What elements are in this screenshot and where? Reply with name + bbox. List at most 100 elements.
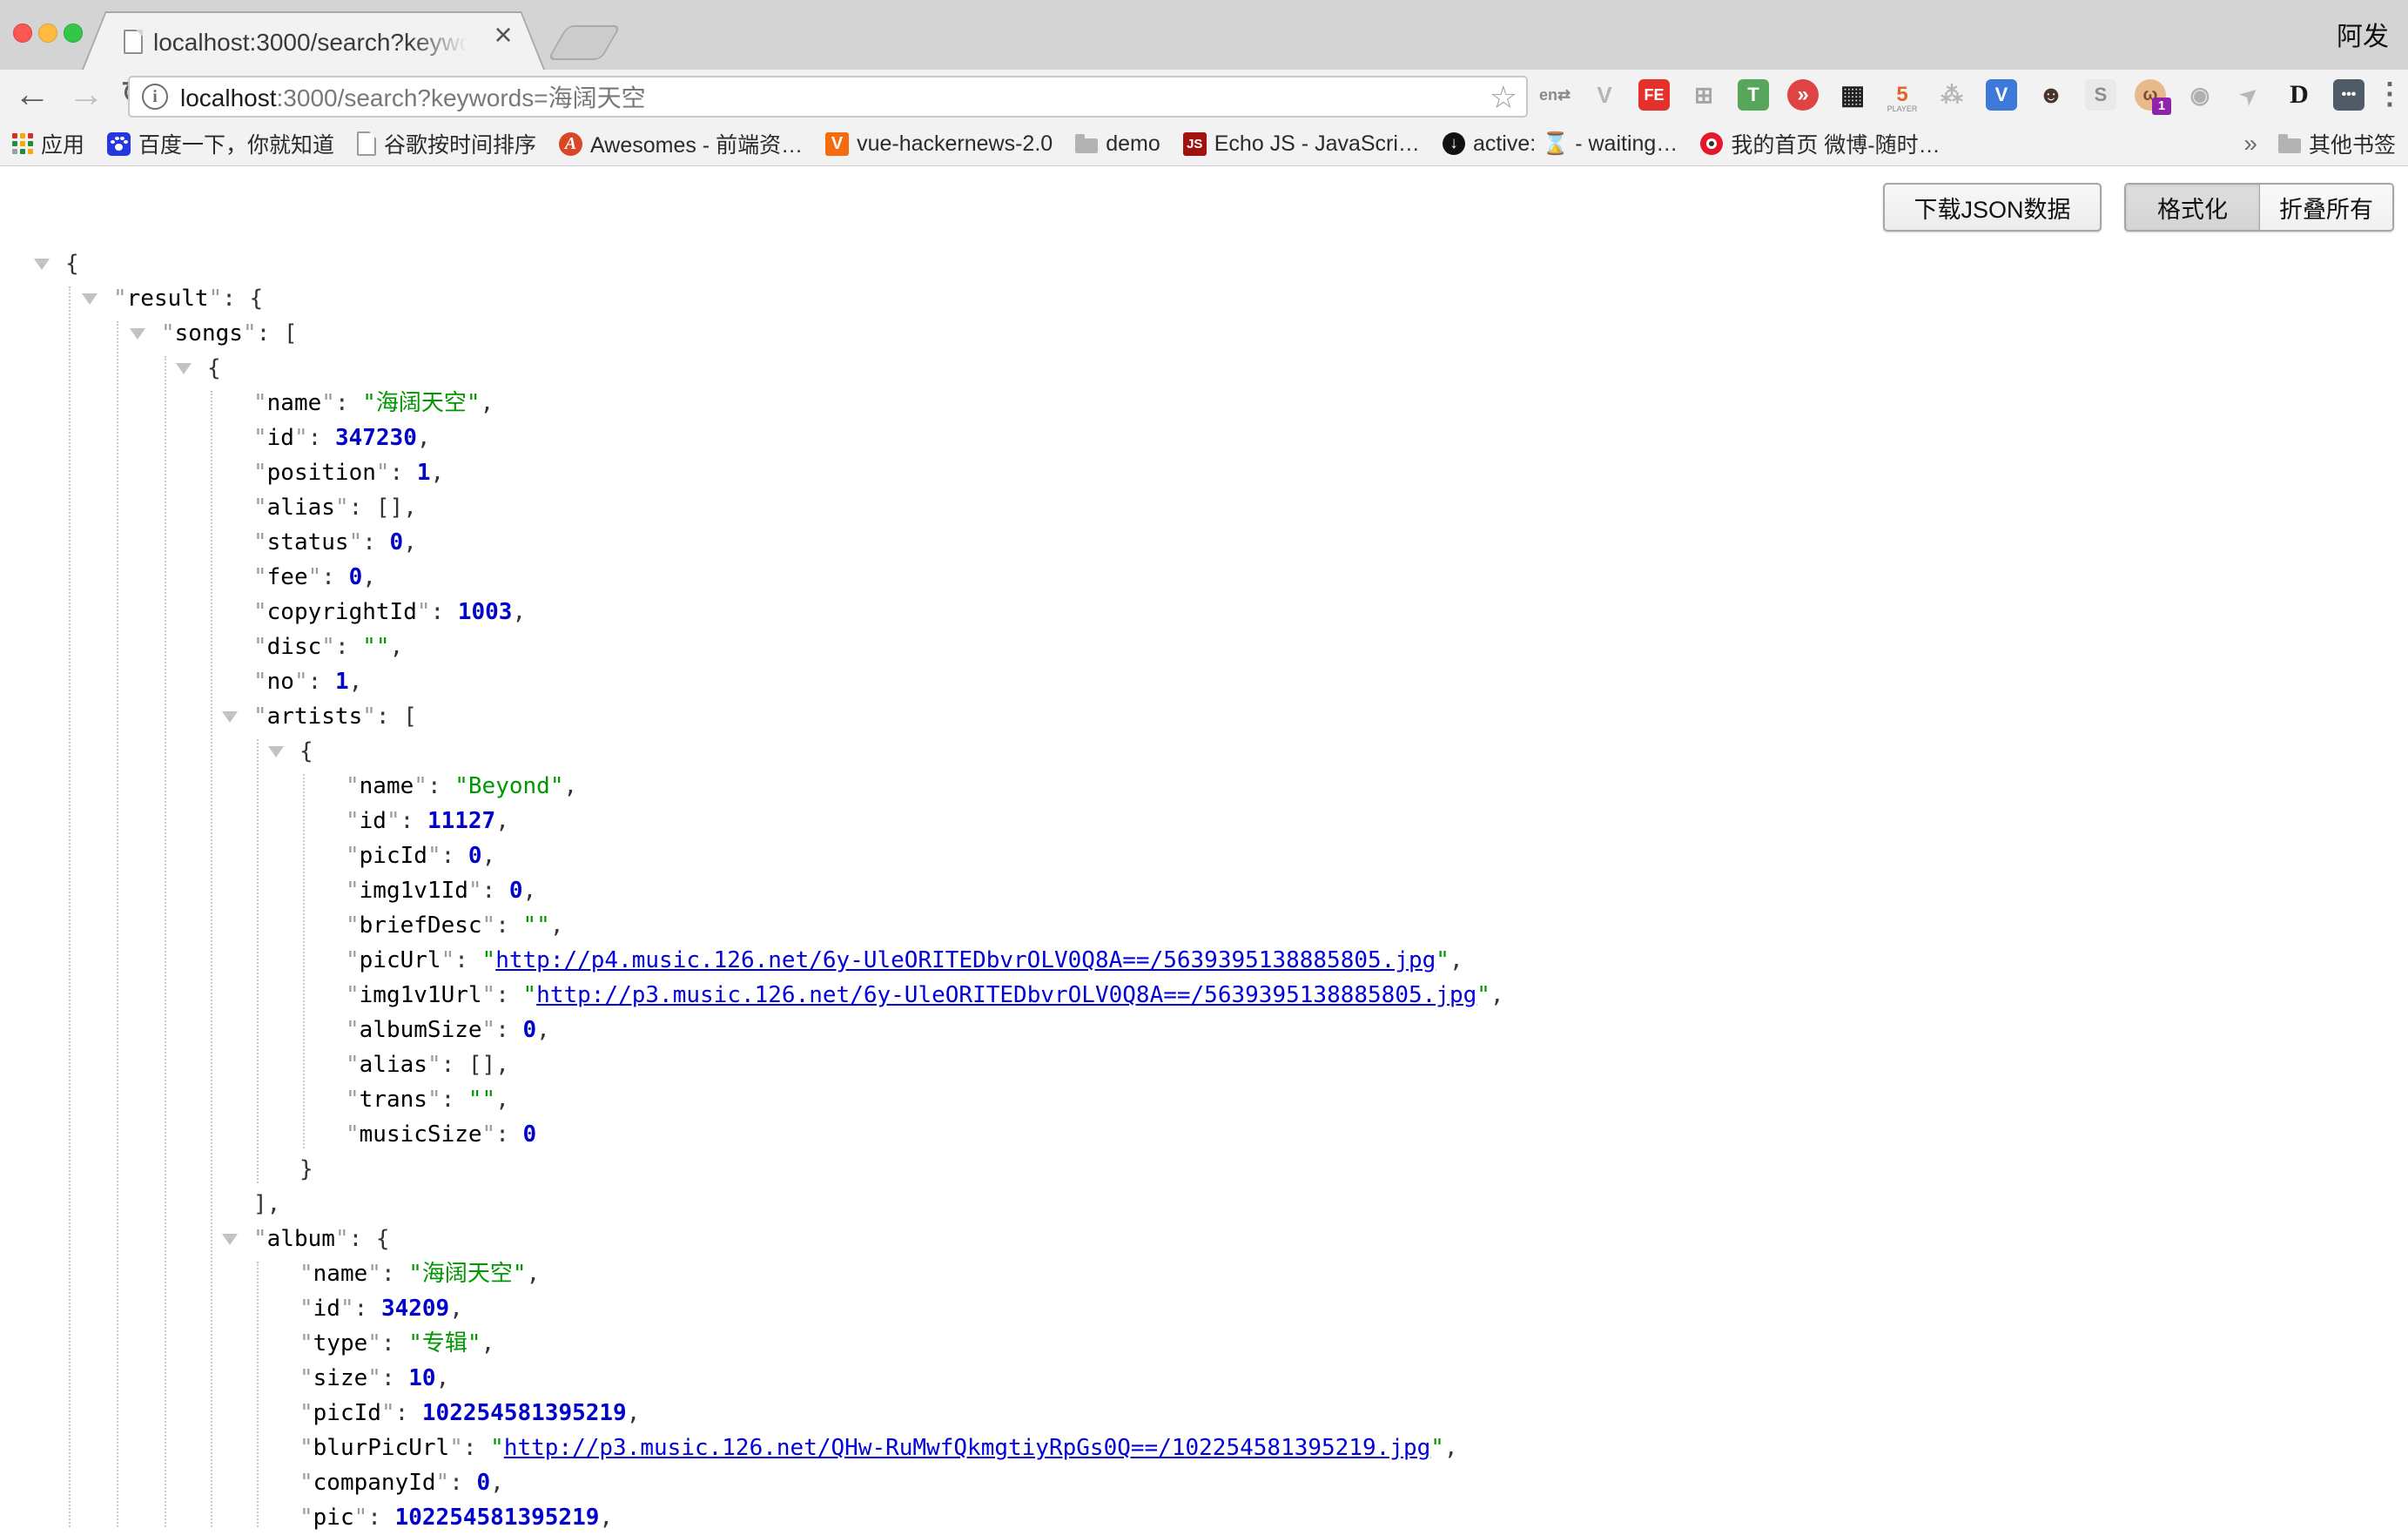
json-punctuation: : [381,1261,408,1287]
json-url-link[interactable]: http://p3.music.126.net/6y-UleORITEDbvrO… [536,982,1476,1008]
json-number-value: 0 [523,1121,537,1148]
view-mode-button-group: 格式化 折叠所有 [2124,183,2394,232]
s-icon[interactable]: S [2085,79,2116,111]
apps-icon [12,133,33,154]
collapse-toggle-icon[interactable] [222,1234,238,1245]
json-key: briefDesc [360,912,482,939]
hummingbird-icon[interactable]: ➤ [2234,79,2265,111]
bookmark-label: 应用 [41,128,84,159]
json-punctuation: : [441,1087,468,1113]
minimize-window-button[interactable] [38,24,57,43]
translate-icon-glyph: en⇄ [1539,86,1571,104]
bookmark-item[interactable]: 我的首页 微博-随时… [1700,128,1940,159]
bookmark-item[interactable]: 应用 [12,128,84,159]
weibo-eye-icon[interactable]: ◉ [2184,79,2216,111]
video-speed-icon[interactable]: » [1787,79,1819,111]
bookmark-item[interactable]: AAwesomes - 前端资… [559,128,803,159]
json-line: "pic": 102254581395219, [0,1500,613,1535]
json-key: alias [360,1052,427,1078]
collapse-toggle-icon[interactable] [268,746,284,757]
collapse-toggle-icon[interactable] [176,363,192,374]
json-punctuation: ], [253,1191,280,1217]
json-url-link[interactable]: http://p4.music.126.net/6y-UleORITEDbvrO… [495,947,1436,973]
json-string-value: "Beyond" [454,773,563,799]
json-punctuation: : [495,1017,522,1043]
fe-icon[interactable]: FE [1638,79,1670,111]
vsquare-icon: V [825,132,849,156]
jssquare-icon: JS [1183,132,1207,156]
monkey-icon[interactable]: ω1 [2135,79,2166,111]
tampermonkey-icon[interactable]: T [1738,79,1769,111]
bookmark-item[interactable]: demo [1075,131,1160,157]
json-line: "picUrl": "http://p4.music.126.net/6y-Ul… [0,943,1463,978]
json-punctuation: : [308,425,335,451]
password-icon[interactable]: ••• [2333,79,2364,111]
json-punctuation: , [512,599,526,625]
bookmarks-overflow-icon[interactable]: » [2243,130,2257,158]
folder-icon [2278,138,2301,153]
hummingbird-icon-glyph: ➤ [2235,79,2264,110]
bookmark-item[interactable]: 百度一下，你就知道 [107,128,334,159]
vue-icon[interactable]: V [1589,79,1620,111]
collapse-toggle-icon[interactable] [130,328,145,340]
bookmark-star-icon[interactable]: ☆ [1490,79,1517,116]
vimium-icon-glyph: V [1995,84,2008,106]
bookmark-item[interactable]: Vvue-hackernews-2.0 [825,131,1053,157]
download-json-button[interactable]: 下载JSON数据 [1883,183,2102,232]
json-key: result [127,286,209,312]
json-number-value: 0 [509,878,523,904]
address-bar[interactable]: i localhost:3000/search?keywords=海阔天空 ☆ [128,76,1528,118]
html5-player-icon[interactable]: 5PLAYER [1887,79,1918,111]
mask-icon[interactable]: ☻ [2035,79,2067,111]
json-number-value: 10 [408,1365,435,1391]
json-key: artists [267,704,363,730]
browser-window: localhost:3000/search?keywor × 阿发 ← → ↻ … [0,0,2408,1527]
bookmark-item[interactable]: JSEcho JS - JavaScri… [1183,131,1420,157]
json-punctuation: { [65,251,79,277]
json-key: picId [313,1400,381,1426]
fe-icon-glyph: FE [1644,86,1664,104]
json-string-value: "专辑" [408,1330,481,1357]
json-line: "no": 1, [0,664,362,699]
zoom-window-button[interactable] [64,24,83,43]
page-info-icon[interactable]: i [142,84,168,110]
collapse-toggle-icon[interactable] [222,711,238,723]
format-button[interactable]: 格式化 [2126,185,2259,230]
json-key: id [360,808,387,834]
bookmark-item[interactable]: ↓active: ⌛ - waiting… [1443,131,1678,157]
back-icon[interactable]: ← [14,68,50,120]
translate-icon[interactable]: en⇄ [1539,79,1571,111]
s-icon-glyph: S [2095,84,2108,106]
collapse-toggle-icon[interactable] [82,293,98,305]
chrome-menu-icon[interactable]: ⋮ [2375,77,2405,111]
json-key: musicSize [360,1121,482,1148]
acircle-icon: A [559,132,582,156]
tab-strip: localhost:3000/search?keywor × 阿发 [0,0,2408,70]
json-key: img1v1Id [360,878,468,904]
sitemap-icon[interactable]: ⊞ [1688,79,1719,111]
json-number-value: 102254581395219 [422,1400,627,1426]
close-window-button[interactable] [13,24,32,43]
json-line: "id": 11127, [0,804,509,838]
collapse-all-button[interactable]: 折叠所有 [2259,185,2392,230]
json-punctuation: : [495,1121,522,1148]
bookmark-item[interactable]: 谷歌按时间排序 [357,128,536,159]
url-text[interactable]: localhost:3000/search?keywords=海阔天空 [180,79,646,114]
json-line: "briefDesc": "", [0,908,563,943]
json-punctuation: , [417,425,431,451]
json-url-link[interactable]: http://p3.music.126.net/QHw-RuMwfQkmgtiy… [504,1435,1430,1461]
json-key: copyrightId [267,599,417,625]
indent-guide [117,321,118,1527]
paw-icon[interactable]: ⁂ [1936,79,1967,111]
collapse-toggle-icon[interactable] [34,259,50,270]
json-line: "disc": "", [0,629,403,664]
browser-profile-name[interactable]: 阿发 [2337,15,2389,53]
vimium-icon[interactable]: V [1986,79,2017,111]
d-icon[interactable]: D [2284,79,2315,111]
json-line: "name": "海阔天空", [0,386,494,421]
json-number-value: 11127 [427,808,495,834]
qrcode-icon[interactable]: ▦ [1837,79,1868,111]
tab-close-icon[interactable]: × [488,19,519,50]
new-tab-button[interactable] [547,25,621,60]
other-bookmarks-folder[interactable]: 其他书签 [2278,128,2396,159]
